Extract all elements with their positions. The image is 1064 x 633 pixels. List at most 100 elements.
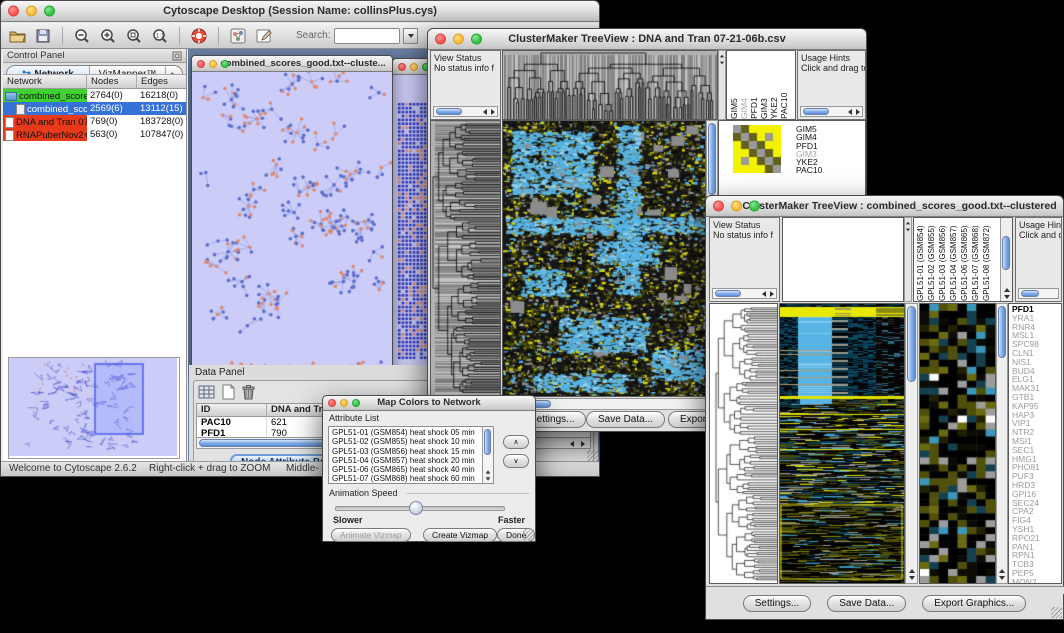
- view-status-scrollbar[interactable]: [433, 106, 498, 117]
- column-label[interactable]: GIM4: [739, 51, 749, 119]
- scroll-left-arrow[interactable]: [570, 441, 574, 447]
- close-button[interactable]: [398, 63, 406, 71]
- network-row[interactable]: DNA and Tran 07 769(0) 183728(0): [3, 115, 186, 128]
- minimize-button[interactable]: [410, 63, 418, 71]
- scroll-down-arrow[interactable]: [486, 477, 491, 480]
- help-icon[interactable]: [189, 26, 209, 45]
- combined-zoom-pane[interactable]: [919, 303, 996, 584]
- zoom-vscrollbar[interactable]: [996, 303, 1008, 584]
- column-dendrogram-pane[interactable]: [502, 50, 718, 120]
- float-panel-icon[interactable]: [172, 51, 182, 61]
- treeview-button[interactable]: Save Data...: [586, 411, 665, 428]
- network-overview-navigator[interactable]: [8, 357, 180, 459]
- treeview-dna-titlebar[interactable]: ClusterMaker TreeView : DNA and Tran 07-…: [428, 29, 866, 50]
- treeview-button[interactable]: Export Graphics...: [922, 595, 1026, 612]
- column-label[interactable]: PFD1: [749, 51, 759, 119]
- column-label[interactable]: GPL51-04 (GSM857): [948, 218, 959, 301]
- gene-label[interactable]: MON2: [1012, 578, 1061, 584]
- close-button[interactable]: [197, 60, 205, 68]
- usage-hints-scrollbar[interactable]: [1018, 288, 1059, 299]
- column-label[interactable]: PAC10: [779, 51, 789, 119]
- attribute-list-item[interactable]: GPL51-01 (GSM854) heat shock 05 min: [332, 428, 493, 437]
- scroll-down-arrow[interactable]: [909, 576, 915, 580]
- network-settings-icon[interactable]: [228, 26, 248, 45]
- zoom-button[interactable]: [221, 60, 229, 68]
- minimize-button[interactable]: [731, 201, 742, 212]
- minimize-button[interactable]: [340, 399, 348, 407]
- close-button[interactable]: [8, 6, 19, 17]
- scroll-up-arrow[interactable]: [720, 55, 724, 58]
- resize-grip[interactable]: [523, 529, 534, 540]
- open-file-icon[interactable]: [7, 26, 27, 45]
- column-label[interactable]: GIM5: [729, 51, 739, 119]
- column-label[interactable]: GPL51-01 (GSM854): [915, 218, 926, 301]
- close-button[interactable]: [328, 399, 336, 407]
- minimize-button[interactable]: [26, 6, 37, 17]
- column-label[interactable]: GIM3: [759, 51, 769, 119]
- zoom-button[interactable]: [749, 201, 760, 212]
- move-up-button[interactable]: ∧: [503, 435, 529, 449]
- move-down-button[interactable]: ∨: [503, 454, 529, 468]
- zoom-button[interactable]: [471, 34, 482, 45]
- scroll-up-arrow[interactable]: [906, 222, 910, 225]
- zoom-selected-icon[interactable]: [124, 26, 144, 45]
- scroll-up-arrow[interactable]: [1004, 288, 1010, 292]
- network-row[interactable]: RNAPuberNov2+ 563(0) 107847(0): [3, 128, 186, 141]
- column-label[interactable]: GPL51-03 (GSM856): [937, 218, 948, 301]
- attribute-list-item[interactable]: GPL51-04 (GSM857) heat shock 20 min: [332, 456, 493, 465]
- column-label[interactable]: GPL51-07 (GSM868): [970, 218, 981, 301]
- column-label[interactable]: GPL51-02 (GSM855): [926, 218, 937, 301]
- attribute-select-icon[interactable]: [198, 384, 216, 405]
- network-table-header[interactable]: Network Nodes Edges: [3, 75, 186, 89]
- create-vizmap-button[interactable]: Create Vizmap: [423, 528, 497, 542]
- network-row[interactable]: combined_sco 2569(6) 13112(15): [3, 102, 186, 115]
- attribute-list-item[interactable]: GPL51-07 (GSM868) heat shock 60 min: [332, 474, 493, 483]
- scroll-right-arrow[interactable]: [581, 441, 585, 447]
- new-attribute-icon[interactable]: [221, 384, 236, 405]
- resize-grip[interactable]: [1051, 607, 1062, 618]
- animate-vizmap-button[interactable]: Animate Vizmap: [331, 528, 411, 542]
- zoom-out-icon[interactable]: [72, 26, 92, 45]
- scroll-up-arrow[interactable]: [909, 569, 915, 573]
- close-button[interactable]: [713, 201, 724, 212]
- column-tree-pane[interactable]: [782, 217, 904, 302]
- scroll-down-arrow[interactable]: [999, 576, 1005, 580]
- scroll-up-arrow[interactable]: [999, 569, 1005, 573]
- scroll-up-arrow[interactable]: [486, 470, 491, 473]
- navigator-canvas[interactable]: [9, 358, 177, 456]
- usage-hints-scrollbar[interactable]: [800, 106, 863, 117]
- view-status-scrollbar[interactable]: [712, 288, 777, 299]
- zoom-in-icon[interactable]: [98, 26, 118, 45]
- dna-heatmap-pane[interactable]: [502, 120, 706, 397]
- attribute-list-vscrollbar[interactable]: [482, 427, 493, 483]
- zoom-button[interactable]: [44, 6, 55, 17]
- network-view-1-canvas[interactable]: [192, 72, 392, 375]
- minimize-button[interactable]: [453, 34, 464, 45]
- row-dendrogram-pane[interactable]: [709, 303, 778, 584]
- attribute-list-item[interactable]: GPL51-03 (GSM856) heat shock 15 min: [332, 447, 493, 456]
- search-dropdown[interactable]: [403, 28, 418, 44]
- combined-heatmap-vscrollbar[interactable]: [905, 303, 918, 584]
- annotation-icon[interactable]: [254, 26, 274, 45]
- resize-grip[interactable]: [587, 450, 598, 461]
- zoom-fit-icon[interactable]: 1:1: [150, 26, 170, 45]
- attribute-list-item[interactable]: GPL51-06 (GSM865) heat shock 40 min: [332, 465, 493, 474]
- network-row[interactable]: combined_scores 2764(0) 16218(0): [3, 89, 186, 102]
- delete-attribute-icon[interactable]: [241, 384, 256, 405]
- scroll-down-arrow[interactable]: [1004, 295, 1010, 299]
- column-label[interactable]: GPL51-08 (GSM872): [981, 218, 992, 301]
- save-icon[interactable]: [33, 26, 53, 45]
- matrix-row-label[interactable]: PAC10: [796, 166, 822, 174]
- close-button[interactable]: [435, 34, 446, 45]
- attribute-list-item[interactable]: GPL51-02 (GSM855) heat shock 10 min: [332, 437, 493, 446]
- network-window-1-titlebar[interactable]: combined_scores_good.txt--cluste...: [192, 56, 392, 72]
- scroll-down-arrow[interactable]: [906, 229, 910, 232]
- treeview-combined-titlebar[interactable]: ClusterMaker TreeView : combined_scores_…: [706, 196, 1063, 217]
- slider-thumb[interactable]: [409, 501, 423, 515]
- minimize-button[interactable]: [209, 60, 217, 68]
- scroll-down-arrow[interactable]: [720, 62, 724, 65]
- column-label[interactable]: GPL51-06 (GSM865): [959, 218, 970, 301]
- zoom-button[interactable]: [352, 399, 360, 407]
- search-input[interactable]: [334, 28, 400, 44]
- treeview-button[interactable]: Settings...: [743, 595, 811, 612]
